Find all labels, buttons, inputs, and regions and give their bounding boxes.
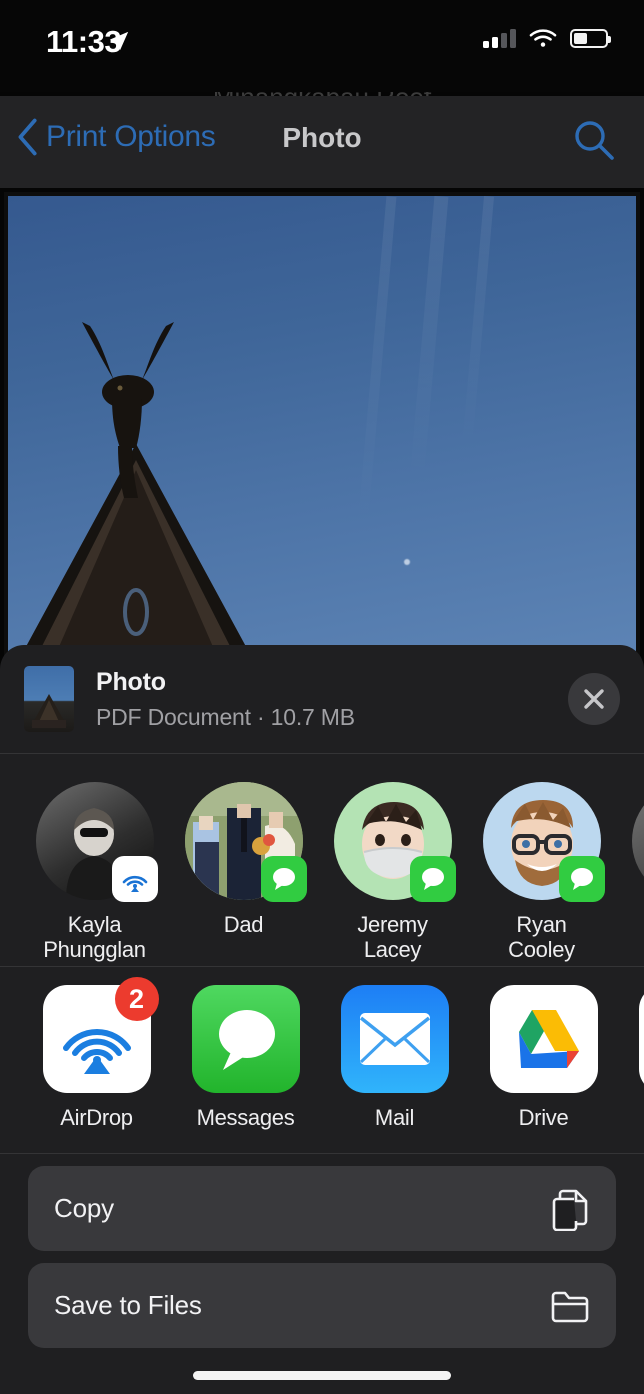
contact-item[interactable]: Ph [616, 782, 644, 944]
contact-name-line2: Cooley [508, 937, 575, 962]
partial-app-icon [638, 985, 644, 1093]
app-item-mail[interactable]: Mail [320, 985, 469, 1135]
photo-preview[interactable] [4, 192, 640, 660]
action-label: Copy [54, 1193, 114, 1223]
contact-name-line1: Kayla [67, 912, 122, 937]
messages-icon [191, 985, 300, 1093]
avatar [631, 782, 644, 900]
close-icon[interactable] [568, 673, 620, 725]
app-label: AirDrop [60, 1105, 133, 1130]
contact-name-line1: Jeremy [357, 912, 428, 937]
contact-name: Ryan Cooley [508, 912, 575, 962]
document-title: Photo [96, 667, 166, 696]
home-indicator[interactable] [193, 1371, 451, 1380]
contact-item[interactable]: Jeremy Lacey [318, 782, 467, 962]
google-drive-icon [489, 985, 598, 1093]
thumbnail-house-icon [31, 694, 67, 728]
share-sheet: Photo PDF Document · 10.7 MB Kayla Phung… [0, 645, 644, 1394]
messages-badge-icon [260, 856, 307, 902]
document-subtitle: PDF Document · 10.7 MB [96, 703, 355, 730]
messages-badge-icon [409, 856, 456, 902]
app-label: Drive [518, 1105, 569, 1130]
close-x-glyph [584, 689, 604, 709]
airdrop-badge-icon [111, 856, 158, 902]
status-indicators [483, 28, 611, 48]
app-label: Messages [196, 1105, 295, 1130]
contacts-row[interactable]: Kayla Phungglan Dad Jeremy Lacey Ryan Co… [0, 754, 644, 966]
contact-name-line1: Dad [223, 912, 264, 937]
cellular-signal-icon [483, 28, 516, 48]
contact-name: Kayla Phungglan [43, 912, 146, 962]
avatar-photo [632, 782, 644, 900]
app-label: Mail [374, 1105, 415, 1130]
contact-item[interactable]: Kayla Phungglan [20, 782, 169, 962]
moon-dot [403, 559, 410, 566]
apps-row[interactable]: 2 AirDrop Messages Mail Drive [0, 967, 644, 1153]
status-bar: 11:33 [0, 0, 644, 92]
document-text: Photo PDF Document · 10.7 MB [96, 668, 355, 731]
app-item-messages[interactable]: Messages [171, 985, 320, 1135]
app-item-partial[interactable] [618, 985, 644, 1135]
wifi-icon [529, 29, 557, 47]
contact-name: Jeremy Lacey [357, 912, 428, 962]
navigation-bar: Print Options Photo [0, 96, 644, 188]
contact-name-line2: Lacey [363, 937, 422, 962]
app-item-drive[interactable]: Drive [469, 985, 618, 1135]
contact-item[interactable]: Dad [169, 782, 318, 944]
search-icon[interactable] [572, 118, 616, 162]
location-arrow-icon [109, 31, 129, 51]
airdrop-badge-count: 2 [114, 977, 159, 1021]
actions-list: Copy Save to Files [0, 1154, 644, 1348]
copy-icon [552, 1189, 588, 1231]
photo-image [8, 196, 636, 656]
buffalo-statue [82, 322, 174, 498]
contact-name: Dad [223, 912, 264, 937]
contact-name-line1: Ryan [516, 912, 567, 937]
mail-icon [340, 985, 449, 1093]
action-row-copy[interactable]: Copy [28, 1166, 616, 1251]
page-title: Photo [282, 122, 362, 153]
battery-icon [570, 28, 611, 48]
iphone-screen: Minangkabau Roof 11:33 Print Op [0, 0, 644, 1394]
action-row-save-to-files[interactable]: Save to Files [28, 1263, 616, 1348]
document-thumbnail [24, 666, 74, 732]
app-item-airdrop[interactable]: 2 AirDrop [22, 977, 171, 1135]
folder-icon [551, 1291, 589, 1322]
document-header: Photo PDF Document · 10.7 MB [0, 645, 644, 753]
action-label: Save to Files [54, 1290, 202, 1320]
messages-badge-icon [558, 856, 605, 902]
contact-name-line2: Phungglan [43, 937, 146, 962]
contact-item[interactable]: Ryan Cooley [467, 782, 616, 962]
